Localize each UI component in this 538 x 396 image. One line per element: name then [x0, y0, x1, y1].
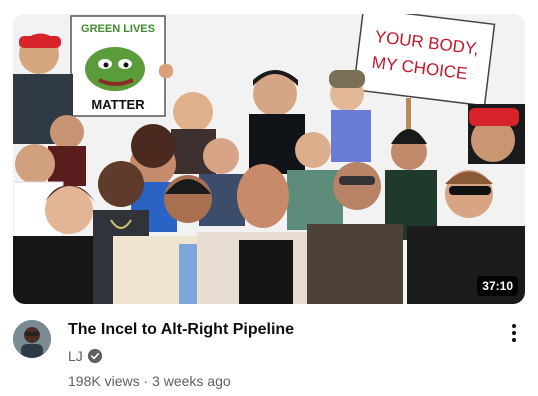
video-title[interactable]: The Incel to Alt-Right Pipeline: [68, 321, 294, 339]
channel-name[interactable]: LJ: [68, 348, 83, 364]
stats-separator: ·: [143, 373, 153, 389]
green-lives-sign: GREEN LIVES MATTER: [70, 15, 173, 117]
more-dot: [512, 331, 516, 335]
thumbnail-collage: GREEN LIVES MATTER YOUR BODY, MY CHOICE: [13, 14, 525, 304]
view-count: 198K views: [68, 373, 140, 389]
video-thumbnail[interactable]: GREEN LIVES MATTER YOUR BODY, MY CHOICE: [13, 14, 525, 304]
verified-check-icon: [87, 349, 102, 363]
sign-left-line1: GREEN LIVES: [81, 23, 155, 35]
upload-age: 3 weeks ago: [152, 373, 231, 389]
video-stats: 198K views · 3 weeks ago: [68, 373, 231, 389]
duration-badge: 37:10: [477, 276, 518, 296]
more-dot: [512, 324, 516, 328]
video-card[interactable]: GREEN LIVES MATTER YOUR BODY, MY CHOICE: [0, 0, 538, 396]
more-dot: [512, 338, 516, 342]
more-vert-icon[interactable]: [503, 320, 525, 346]
channel-avatar[interactable]: [13, 320, 51, 358]
sign-left-line2: MATTER: [91, 97, 145, 112]
channel-row: LJ: [68, 348, 102, 364]
video-metadata: The Incel to Alt-Right Pipeline LJ 198K …: [13, 318, 525, 394]
